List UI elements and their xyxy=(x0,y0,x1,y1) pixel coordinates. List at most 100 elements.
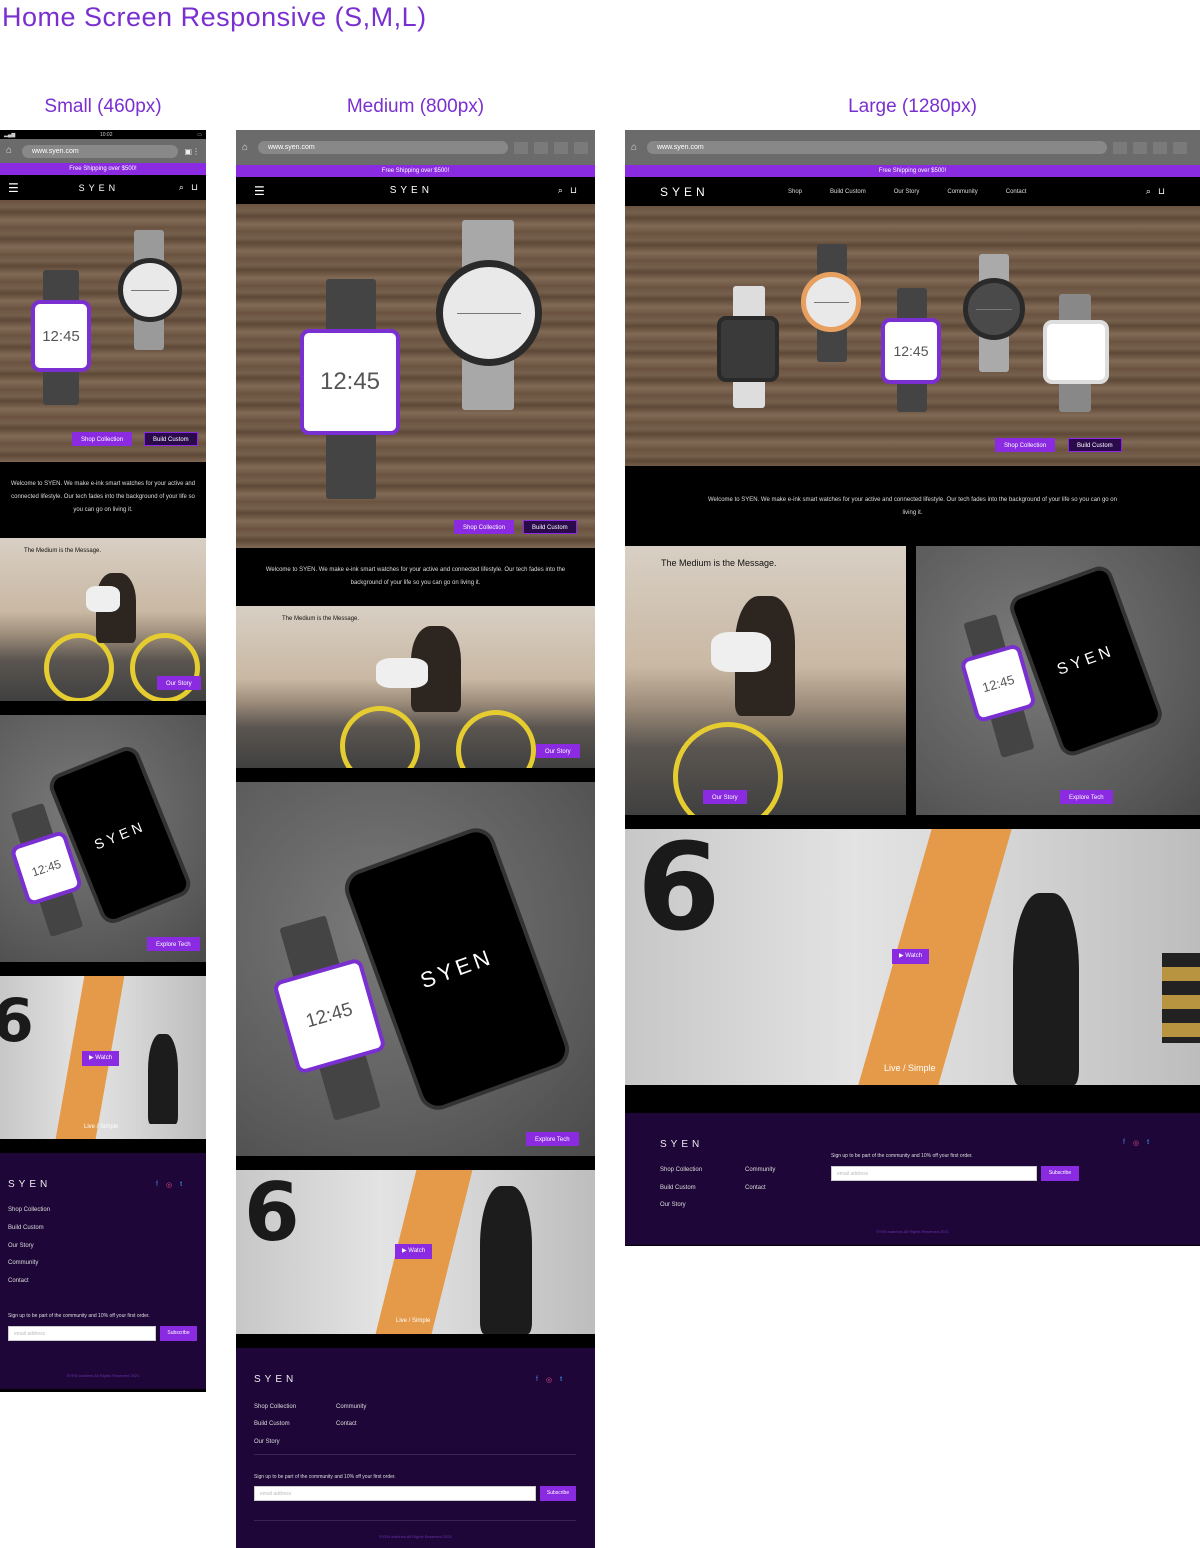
footer-link-community[interactable]: Community xyxy=(336,1404,366,1410)
footer-link-shop[interactable]: Shop Collection xyxy=(660,1167,702,1173)
facebook-icon[interactable]: f xyxy=(1123,1139,1125,1147)
watch-label: Watch xyxy=(95,1055,113,1061)
copyright: SYEN watches All Rights Reserved 2021 xyxy=(876,1229,949,1234)
tech-watch-time: 12:45 xyxy=(29,856,63,880)
watch-video-button[interactable]: ▶ Watch xyxy=(82,1051,120,1066)
home-icon[interactable]: ⌂ xyxy=(631,142,641,153)
search-icon[interactable]: ⌕ xyxy=(558,185,563,196)
footer-link-story[interactable]: Our Story xyxy=(660,1202,686,1208)
nav-contact[interactable]: Contact xyxy=(1006,189,1027,195)
watch-time: 12:45 xyxy=(319,368,381,395)
footer-link-contact[interactable]: Contact xyxy=(336,1421,357,1427)
nav-community[interactable]: Community xyxy=(947,189,977,195)
footer-link-build[interactable]: Build Custom xyxy=(8,1225,44,1231)
nav-shop[interactable]: Shop xyxy=(788,189,802,195)
hamburger-icon[interactable]: ☰ xyxy=(254,184,265,198)
watch-video-button[interactable]: ▶ Watch xyxy=(395,1244,433,1259)
footer: SYEN f ◎ t Shop Collection Build Custom … xyxy=(236,1348,595,1548)
promo-banner: Free Shipping over $500! xyxy=(236,165,595,177)
footer: SYEN f ◎ t Shop Collection Build Custom … xyxy=(625,1113,1200,1245)
facebook-icon[interactable]: f xyxy=(156,1181,158,1189)
search-icon[interactable]: ⌕ xyxy=(179,182,184,193)
explore-tech-button[interactable]: Explore Tech xyxy=(1060,790,1113,804)
instagram-icon[interactable]: ◎ xyxy=(546,1376,552,1384)
video-caption: Live / Simple xyxy=(884,1063,936,1073)
watch-video-button[interactable]: ▶ Watch xyxy=(892,949,930,964)
shop-collection-button[interactable]: Shop Collection xyxy=(995,438,1056,452)
brand-logo[interactable]: SYEN xyxy=(79,183,120,193)
page-title: Home Screen Responsive (S,M,L) xyxy=(2,2,427,32)
story-headline: The Medium is the Message. xyxy=(24,548,102,554)
person-figure xyxy=(480,1186,532,1334)
cart-icon[interactable]: ⊔ xyxy=(1158,186,1165,197)
footer-logo: SYEN xyxy=(8,1179,52,1190)
explore-tech-button[interactable]: Explore Tech xyxy=(147,937,200,951)
twitter-icon[interactable]: t xyxy=(1147,1139,1149,1147)
subscribe-button[interactable]: Subscribe xyxy=(160,1326,197,1341)
twitter-icon[interactable]: t xyxy=(180,1181,182,1189)
our-story-button[interactable]: Our Story xyxy=(536,744,580,758)
our-story-button[interactable]: Our Story xyxy=(703,790,747,804)
footer-link-contact[interactable]: Contact xyxy=(8,1278,29,1284)
hero-watch-1 xyxy=(717,286,779,408)
home-icon[interactable]: ⌂ xyxy=(242,142,252,153)
url-bar[interactable]: www.syen.com xyxy=(647,141,1107,154)
url-bar[interactable]: www.syen.com xyxy=(258,141,508,154)
our-story-button[interactable]: Our Story xyxy=(157,676,201,690)
video-caption: Live / Simple xyxy=(396,1318,431,1324)
search-icon[interactable]: ⌕ xyxy=(1146,186,1151,197)
subscribe-button[interactable]: Subscribe xyxy=(1041,1166,1079,1181)
email-input[interactable]: email address xyxy=(254,1486,536,1501)
footer-link-story[interactable]: Our Story xyxy=(254,1439,280,1445)
small-screen: ▂▄▆ 10:02 ▭ ⌂ www.syen.com ▣⋮ Free Shipp… xyxy=(0,130,206,1392)
nav-build-custom[interactable]: Build Custom xyxy=(830,189,866,195)
footer-link-shop[interactable]: Shop Collection xyxy=(254,1404,296,1410)
footer-link-contact[interactable]: Contact xyxy=(745,1185,766,1191)
footer-link-community[interactable]: Community xyxy=(745,1167,775,1173)
column-title-small: Small (460px) xyxy=(44,96,162,117)
wall-number: 6 xyxy=(0,986,34,1056)
hero-watch-3: 12:45 xyxy=(881,288,943,412)
footer-link-build[interactable]: Build Custom xyxy=(660,1185,696,1191)
home-icon[interactable]: ⌂ xyxy=(6,146,16,156)
facebook-icon[interactable]: f xyxy=(536,1376,538,1384)
browser-chrome: ⌂ www.syen.com xyxy=(236,130,595,165)
tech-watch-time: 12:45 xyxy=(303,998,356,1033)
hamburger-icon[interactable]: ☰ xyxy=(8,181,19,195)
instagram-icon[interactable]: ◎ xyxy=(166,1181,172,1189)
brand-logo[interactable]: SYEN xyxy=(660,185,788,199)
hero: 12:45 Shop Collection Build Custom xyxy=(0,200,206,462)
footer-link-community[interactable]: Community xyxy=(8,1260,38,1266)
video-caption: Live / Simple xyxy=(84,1124,119,1130)
footer-link-story[interactable]: Our Story xyxy=(8,1243,34,1249)
social-icons: f ◎ t xyxy=(1123,1139,1149,1147)
story-headline: The Medium is the Message. xyxy=(661,558,777,568)
brand-logo[interactable]: SYEN xyxy=(390,185,433,196)
cart-icon[interactable]: ⊔ xyxy=(191,182,198,193)
build-custom-button[interactable]: Build Custom xyxy=(1068,438,1122,452)
build-custom-button[interactable]: Build Custom xyxy=(523,520,577,534)
watch-face: 12:45 xyxy=(31,300,91,372)
explore-tech-button[interactable]: Explore Tech xyxy=(526,1132,579,1146)
tabs-icon[interactable]: ▣⋮ xyxy=(184,147,200,156)
phone-logo: SYEN xyxy=(91,817,149,853)
footer-link-build[interactable]: Build Custom xyxy=(254,1421,290,1427)
cart-icon[interactable]: ⊔ xyxy=(570,185,577,196)
footer-logo: SYEN xyxy=(660,1139,704,1150)
nav-our-story[interactable]: Our Story xyxy=(894,189,920,195)
shop-collection-button[interactable]: Shop Collection xyxy=(454,520,515,534)
subscribe-button[interactable]: Subscribe xyxy=(540,1486,576,1501)
copyright: SYEN watches All Rights Reserved 2021 xyxy=(66,1373,140,1378)
hero-watch-square: 12:45 xyxy=(298,279,403,499)
hero-watch-round xyxy=(436,220,542,410)
footer-link-shop[interactable]: Shop Collection xyxy=(8,1207,50,1213)
instagram-icon[interactable]: ◎ xyxy=(1133,1139,1139,1147)
url-bar[interactable]: www.syen.com xyxy=(22,144,179,158)
email-input[interactable]: email address xyxy=(831,1166,1037,1181)
signal-icon: ▂▄▆ xyxy=(4,131,16,138)
email-input[interactable]: email address xyxy=(8,1326,156,1341)
build-custom-button[interactable]: Build Custom xyxy=(144,432,198,446)
twitter-icon[interactable]: t xyxy=(560,1376,562,1384)
browser-chrome: ⌂ www.syen.com xyxy=(625,130,1200,165)
shop-collection-button[interactable]: Shop Collection xyxy=(72,432,133,446)
